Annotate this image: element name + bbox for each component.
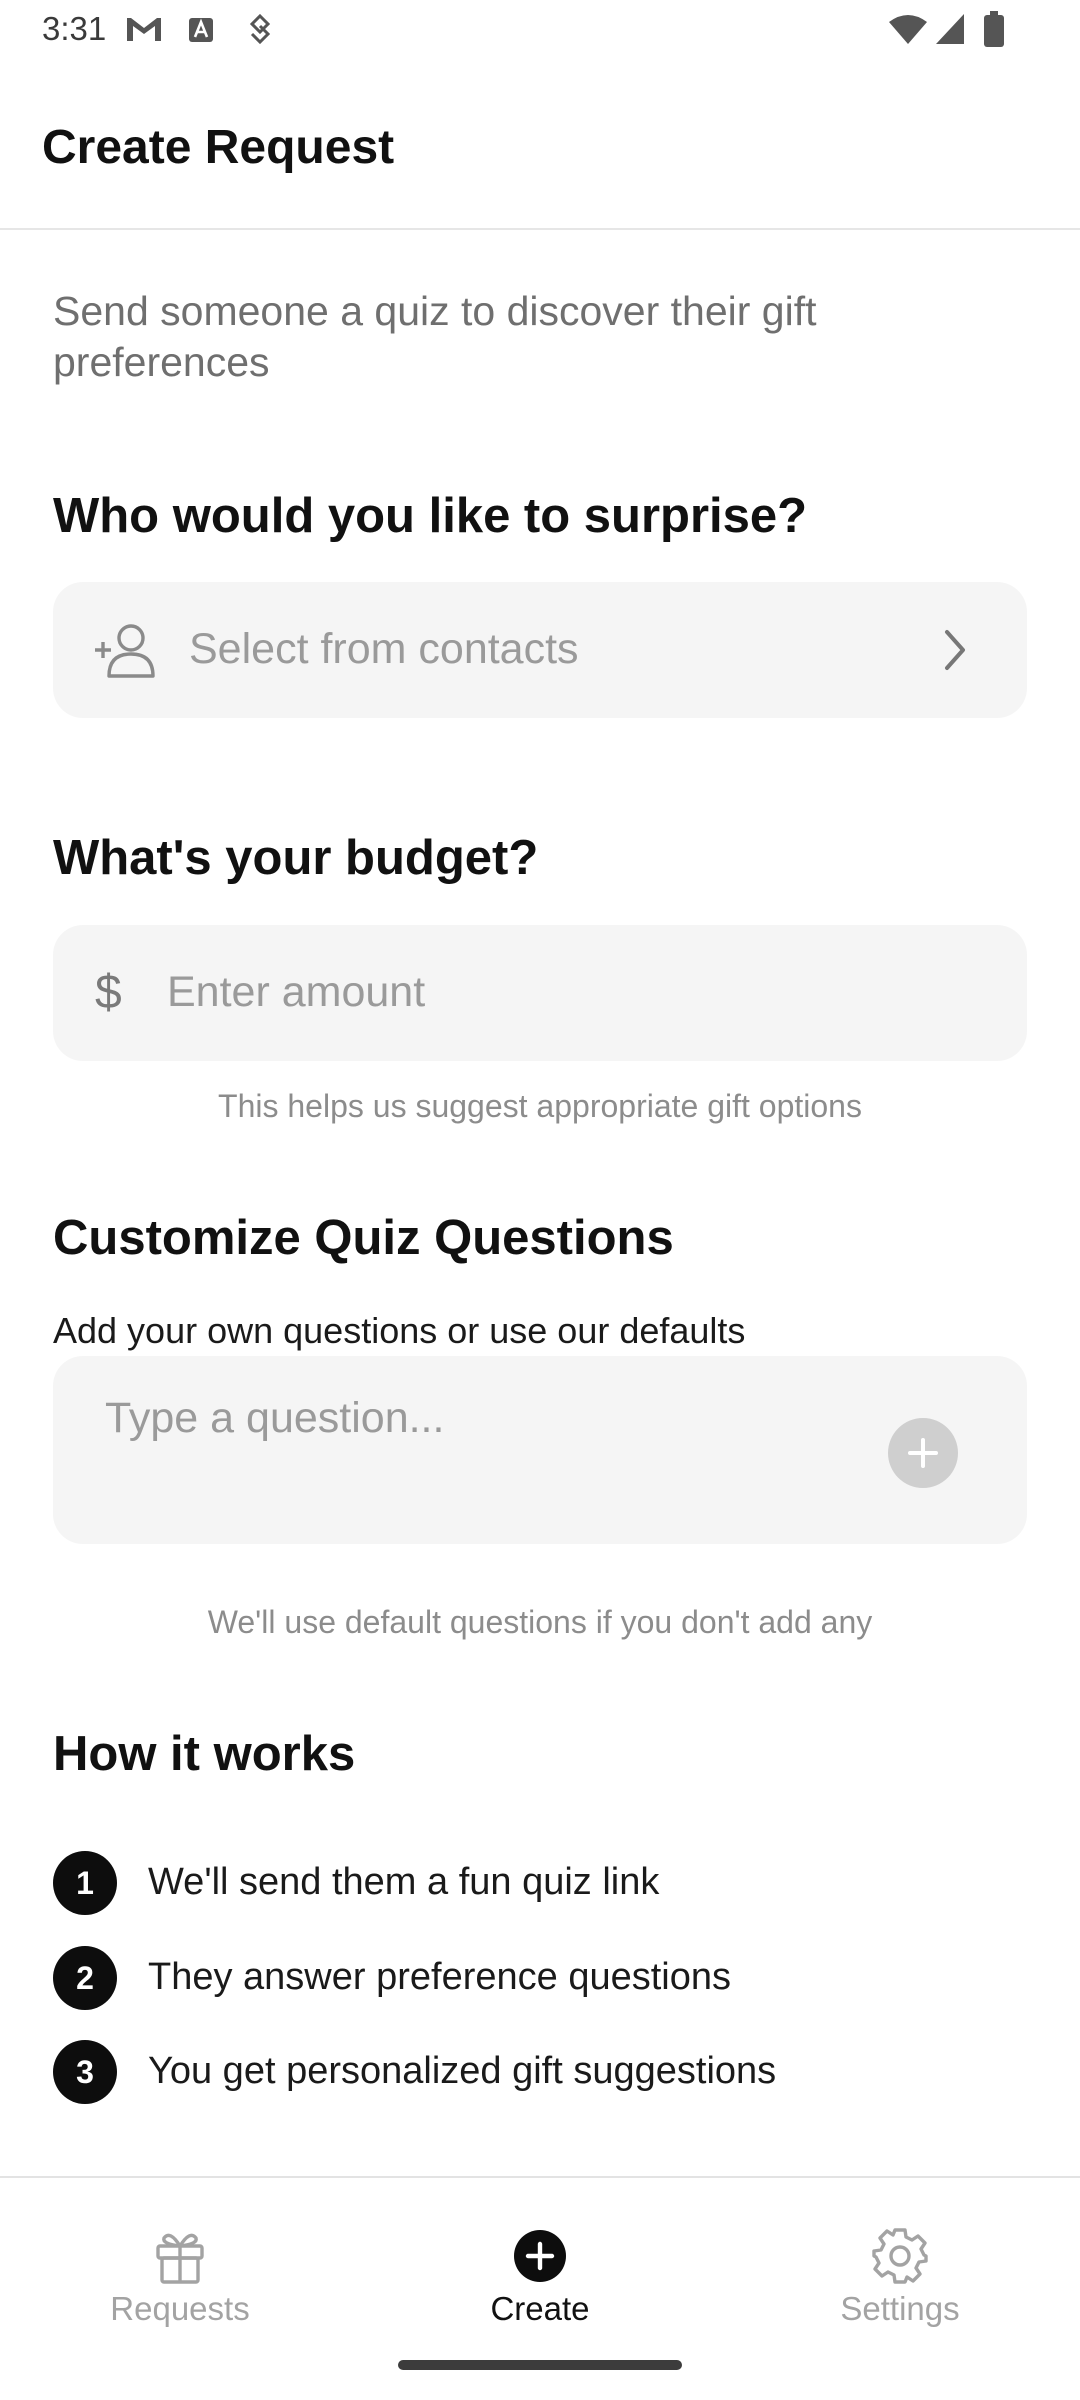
- recipient-heading: Who would you like to surprise?: [53, 489, 808, 543]
- currency-symbol: $: [95, 966, 122, 1019]
- step-item: 3 You get personalized gift suggestions: [53, 2040, 1027, 2104]
- gift-icon: [148, 2224, 212, 2288]
- budget-amount-field[interactable]: $ Enter amount: [53, 925, 1027, 1061]
- step-item: 2 They answer preference questions: [53, 1946, 1027, 2010]
- intro-subtitle: Send someone a quiz to discover their gi…: [53, 288, 817, 385]
- battery-icon: [982, 10, 1006, 53]
- step-item: 1 We'll send them a fun quiz link: [53, 1851, 1027, 1915]
- app-bar: Create Request: [0, 62, 1080, 230]
- nav-item-settings[interactable]: Settings: [720, 2178, 1080, 2378]
- usb-debug-icon: [248, 13, 272, 51]
- nav-label-requests: Requests: [110, 2290, 250, 2327]
- nav-item-create[interactable]: Create: [360, 2178, 720, 2378]
- nav-item-requests[interactable]: Requests: [0, 2178, 360, 2378]
- step-text: They answer preference questions: [148, 1956, 731, 1998]
- person-add-icon: [95, 620, 157, 685]
- quiz-description: Add your own questions or use our defaul…: [53, 1310, 746, 1351]
- budget-hint: This helps us suggest appropriate gift o…: [218, 1088, 862, 1124]
- step-text: You get personalized gift suggestions: [148, 2050, 777, 2092]
- status-bar: 3:31: [0, 0, 1080, 62]
- add-circle-icon: [508, 2224, 572, 2288]
- add-question-button[interactable]: [888, 1418, 958, 1488]
- step-number-badge: 3: [53, 2040, 117, 2104]
- page-title: Create Request: [42, 121, 395, 174]
- wifi-icon: [888, 14, 928, 51]
- nav-label-settings: Settings: [840, 2290, 960, 2327]
- question-placeholder: Type a question...: [105, 1394, 445, 1442]
- gear-icon: [868, 2224, 932, 2288]
- nav-label-create: Create: [490, 2290, 590, 2327]
- text-icon: [187, 16, 215, 49]
- question-input-field[interactable]: Type a question...: [53, 1356, 1027, 1544]
- step-number-badge: 1: [53, 1851, 117, 1915]
- signal-icon: [934, 12, 966, 51]
- how-it-works-heading: How it works: [53, 1727, 356, 1781]
- chevron-right-icon: [941, 628, 969, 677]
- create-request-screen: 3:31 Create Request Send someone a quiz …: [0, 0, 1080, 2400]
- step-text: We'll send them a fun quiz link: [148, 1861, 660, 1903]
- quiz-hint: We'll use default questions if you don't…: [207, 1604, 873, 1640]
- budget-heading: What's your budget?: [53, 831, 539, 885]
- quiz-heading: Customize Quiz Questions: [53, 1211, 674, 1265]
- select-contacts-field[interactable]: Select from contacts: [53, 582, 1027, 718]
- step-number-badge: 2: [53, 1946, 117, 2010]
- amount-placeholder: Enter amount: [167, 968, 426, 1016]
- plus-icon: [908, 1438, 938, 1468]
- home-indicator: [398, 2360, 682, 2370]
- select-contacts-placeholder: Select from contacts: [189, 625, 579, 673]
- status-time: 3:31: [42, 10, 107, 47]
- gmail-icon: [124, 14, 164, 49]
